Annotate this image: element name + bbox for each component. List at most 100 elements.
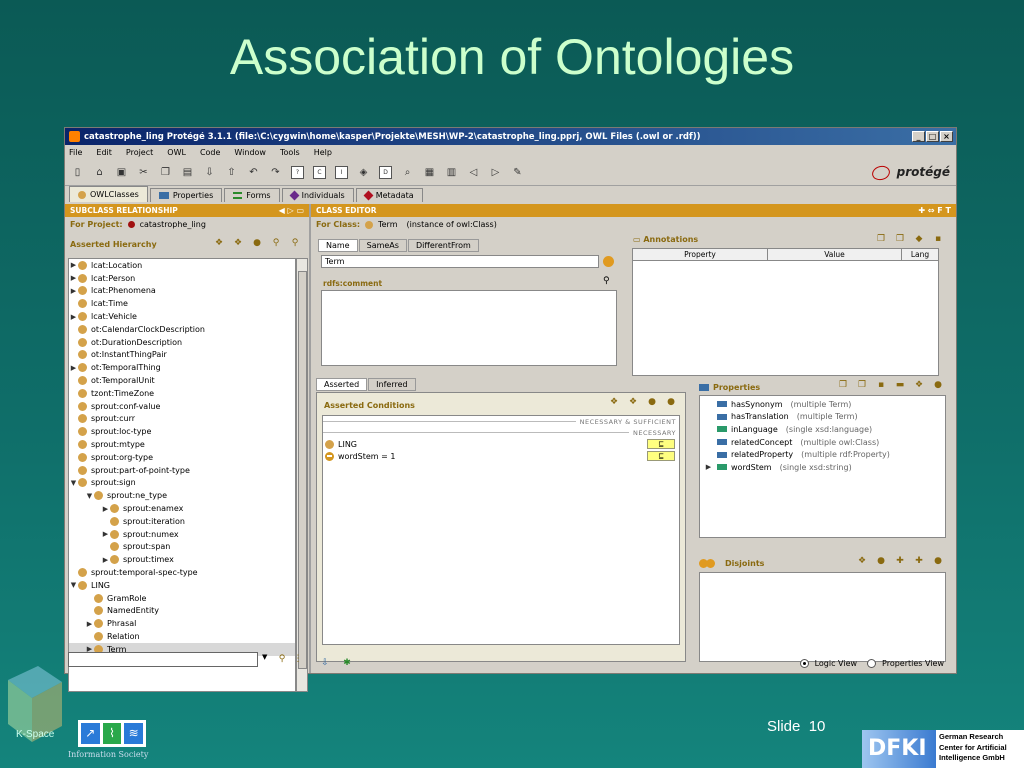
tree-row[interactable]: ▼ LING: [69, 579, 295, 592]
search-icon[interactable]: ⚲: [603, 276, 610, 286]
tree-row[interactable]: sprout:part-of-point-type: [69, 464, 295, 477]
download-icon[interactable]: ⇩: [319, 658, 331, 669]
tab-metadata[interactable]: Metadata: [355, 188, 423, 202]
expand-arrow-icon[interactable]: ▶: [85, 620, 94, 628]
back-icon[interactable]: ◁: [467, 166, 480, 179]
close-button[interactable]: ×: [940, 131, 953, 142]
menu-window[interactable]: Window: [234, 148, 266, 157]
remove-condition-icon[interactable]: ●: [665, 397, 677, 408]
tree-row[interactable]: ▶ ot:TemporalThing: [69, 361, 295, 374]
table-icon[interactable]: ▥: [445, 166, 458, 179]
expand-arrow-icon[interactable]: ▶: [101, 530, 110, 538]
condition-row[interactable]: wordStem = 1 ⊑: [323, 450, 679, 462]
class-view-icon[interactable]: C: [313, 166, 326, 179]
tree-row[interactable]: sprout:mtype: [69, 438, 295, 451]
menu-help[interactable]: Help: [314, 148, 332, 157]
find-icon[interactable]: ⚲: [276, 654, 288, 665]
add-named-class-icon[interactable]: ●: [646, 397, 658, 408]
save-icon[interactable]: ▣: [115, 166, 128, 179]
tree-row[interactable]: Relation: [69, 630, 295, 643]
expand-arrow-icon[interactable]: ▶: [704, 463, 713, 471]
remove-property-icon[interactable]: ▬: [894, 380, 906, 391]
new-file-icon[interactable]: ▯: [71, 166, 84, 179]
delete-disjoint-icon[interactable]: ●: [932, 556, 944, 567]
property-row[interactable]: hasSynonym (multiple Term): [704, 398, 945, 411]
forward-icon[interactable]: ▷: [489, 166, 502, 179]
create-subclass-icon[interactable]: ❖: [213, 238, 225, 249]
remove-disjoint-icon[interactable]: ✚: [913, 556, 925, 567]
maximize-button[interactable]: □: [926, 131, 939, 142]
tree-row[interactable]: sprout:conf-value: [69, 400, 295, 413]
property-row[interactable]: relatedProperty (multiple rdf:Property): [704, 448, 945, 461]
tree-row[interactable]: ot:InstantThingPair: [69, 349, 295, 362]
create-sibling-icon[interactable]: ❖: [232, 238, 244, 249]
tab-properties[interactable]: Properties: [149, 188, 223, 202]
logic-view-radio[interactable]: [799, 658, 809, 668]
tree-scrollbar[interactable]: [296, 258, 308, 692]
class-search-combo[interactable]: [68, 652, 258, 667]
expand-arrow-icon[interactable]: ▶: [69, 274, 78, 282]
copy-icon[interactable]: ❐: [159, 166, 172, 179]
annotations-table[interactable]: Property Value Lang: [632, 248, 939, 376]
rdfs-comment-field[interactable]: [321, 290, 617, 366]
editor-bar-icons[interactable]: ✚ ⇔ F T: [918, 206, 951, 215]
create-expression-icon[interactable]: ❖: [627, 397, 639, 408]
paste-icon[interactable]: ▤: [181, 166, 194, 179]
expand-arrow-icon[interactable]: ▶: [69, 287, 78, 295]
property-row[interactable]: relatedConcept (multiple owl:Class): [704, 436, 945, 449]
tree-row[interactable]: sprout:iteration: [69, 515, 295, 528]
classify-icon[interactable]: ◈: [357, 166, 370, 179]
panel-nav-icons[interactable]: ◀ ▷ ▭: [279, 206, 304, 215]
search-next-icon[interactable]: ⚲: [289, 238, 301, 249]
export-icon[interactable]: ⇧: [225, 166, 238, 179]
search-class-icon[interactable]: ⚲: [270, 238, 282, 249]
redo-icon[interactable]: ↷: [269, 166, 282, 179]
condition-row[interactable]: LING ⊑: [323, 438, 679, 450]
delete-annotation-icon[interactable]: ▪: [932, 234, 944, 245]
tree-row[interactable]: ▶ lcat:Phenomena: [69, 285, 295, 298]
delete-property-icon[interactable]: ●: [932, 380, 944, 391]
class-tree[interactable]: ▶ lcat:Location ▶ lcat:Person ▶ lcat:Phenomen…: [68, 258, 296, 692]
add-value-icon[interactable]: ◆: [913, 234, 925, 245]
menu-owl[interactable]: OWL: [167, 148, 186, 157]
delete-class-icon[interactable]: ●: [251, 238, 263, 249]
tree-row[interactable]: sprout:loc-type: [69, 425, 295, 438]
expand-arrow-icon[interactable]: ▼: [69, 581, 78, 589]
tree-row[interactable]: ot:CalendarClockDescription: [69, 323, 295, 336]
tab-asserted[interactable]: Asserted: [316, 378, 368, 391]
check-icon[interactable]: ⌕: [401, 166, 414, 179]
expand-arrow-icon[interactable]: ▶: [69, 364, 78, 372]
tree-row[interactable]: sprout:org-type: [69, 451, 295, 464]
tree-row[interactable]: GramRole: [69, 592, 295, 605]
edit-property-icon[interactable]: ❖: [913, 380, 925, 391]
property-row[interactable]: inLanguage (single xsd:language): [704, 423, 945, 436]
class-name-field[interactable]: Term: [321, 255, 599, 268]
add-disjoint-icon[interactable]: ❖: [856, 556, 868, 567]
tree-row[interactable]: lcat:Time: [69, 297, 295, 310]
properties-list[interactable]: hasSynonym (multiple Term) hasTranslation(…: [699, 395, 946, 538]
undo-icon[interactable]: ↶: [247, 166, 260, 179]
individual-view-icon[interactable]: I: [335, 166, 348, 179]
tab-forms[interactable]: Forms: [224, 188, 280, 202]
tab-inferred[interactable]: Inferred: [368, 378, 416, 391]
cut-icon[interactable]: ✂: [137, 166, 150, 179]
reasoner-icon[interactable]: D: [379, 166, 392, 179]
menu-project[interactable]: Project: [126, 148, 153, 157]
tree-row[interactable]: sprout:span: [69, 541, 295, 554]
expand-arrow-icon[interactable]: ▶: [69, 313, 78, 321]
tree-row[interactable]: sprout:temporal-spec-type: [69, 566, 295, 579]
tree-row[interactable]: ▶ lcat:Person: [69, 272, 295, 285]
tree-row[interactable]: ot:TemporalUnit: [69, 374, 295, 387]
menu-edit[interactable]: Edit: [96, 148, 112, 157]
tab-sameas[interactable]: SameAs: [358, 239, 407, 252]
tab-name[interactable]: Name: [318, 239, 358, 252]
tree-row[interactable]: ▼ sprout:sign: [69, 477, 295, 490]
tree-row[interactable]: sprout:curr: [69, 413, 295, 426]
create-datatype-property-icon[interactable]: ❐: [837, 380, 849, 391]
query-icon[interactable]: ?: [291, 166, 304, 179]
tab-individuals[interactable]: Individuals: [281, 188, 354, 202]
globe-icon[interactable]: [603, 256, 614, 267]
tree-row[interactable]: ▶ lcat:Location: [69, 259, 295, 272]
tree-row[interactable]: NamedEntity: [69, 605, 295, 618]
open-file-icon[interactable]: ⌂: [93, 166, 106, 179]
